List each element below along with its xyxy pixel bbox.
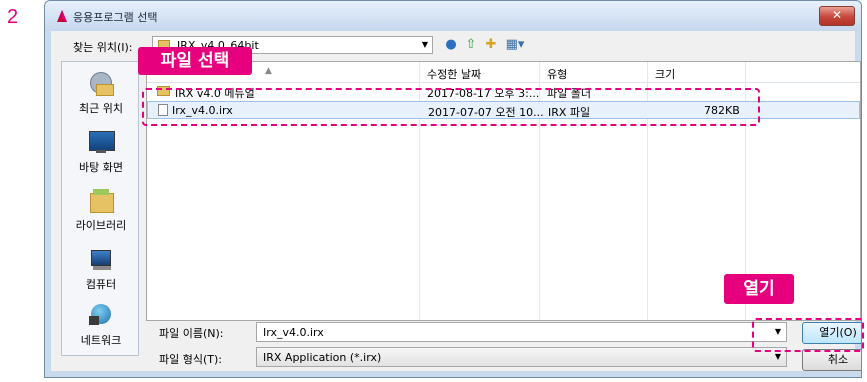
selected-row-highlight [142, 88, 760, 126]
back-icon[interactable]: ● [443, 37, 459, 53]
open-button-highlight [752, 318, 864, 352]
place-network[interactable]: 네트워크 [62, 302, 140, 348]
place-recent[interactable]: 최근 위치 [62, 70, 140, 116]
select-file-callout: 파일 선택 [138, 47, 252, 75]
dropdown-arrow-icon: ▼ [421, 40, 428, 49]
dropdown-arrow-icon: ▼ [774, 352, 781, 361]
places-bar: 최근 위치 바탕 화면 라이브러리 컴퓨터 네트워크 [61, 61, 139, 356]
place-label: 바탕 화면 [79, 161, 123, 174]
filetype-label: 파일 형식(T): [159, 353, 222, 366]
lookin-label: 찾는 위치(I): [73, 41, 133, 54]
network-icon [87, 302, 115, 328]
new-folder-icon[interactable]: ✚ [483, 37, 499, 53]
column-size[interactable]: 크기 [655, 66, 675, 82]
place-label: 컴퓨터 [85, 278, 117, 291]
filename-value: Irx_v4.0.irx [263, 326, 324, 339]
dialog-body: 찾는 위치(I): IRX_v4.0_64bit ▼ ● ⇧ ✚ ▦▾ 최근 위… [51, 31, 861, 371]
place-label: 최근 위치 [79, 102, 123, 115]
place-label: 네트워크 [80, 334, 122, 347]
cancel-button[interactable]: 취소 [802, 349, 861, 371]
open-callout: 열기 [724, 274, 794, 304]
title-bar: 응용프로그램 선택 ✕ [45, 1, 861, 31]
filename-label: 파일 이름(N): [159, 327, 224, 340]
window-title: 응용프로그램 선택 [73, 11, 158, 24]
up-folder-icon[interactable]: ⇧ [463, 37, 479, 53]
app-icon [57, 10, 67, 22]
place-desktop[interactable]: 바탕 화면 [62, 129, 140, 175]
libraries-icon [87, 187, 115, 213]
recent-places-icon [87, 70, 115, 96]
filename-input[interactable]: Irx_v4.0.irx ▼ [256, 322, 787, 342]
computer-icon [87, 246, 115, 272]
view-menu-icon[interactable]: ▦▾ [503, 37, 527, 53]
place-label: 라이브러리 [75, 219, 127, 232]
place-libraries[interactable]: 라이브러리 [62, 187, 140, 233]
filetype-value: IRX Application (*.irx) [263, 351, 382, 364]
column-type[interactable]: 유형 [547, 66, 567, 82]
place-computer[interactable]: 컴퓨터 [62, 246, 140, 292]
column-date[interactable]: 수정한 날짜 [427, 66, 481, 82]
column-header: ▲ 수정한 날짜 유형 크기 [147, 62, 860, 83]
close-button[interactable]: ✕ [819, 6, 855, 26]
filetype-dropdown[interactable]: IRX Application (*.irx) ▼ [256, 347, 787, 367]
desktop-icon [87, 129, 115, 155]
sort-arrow-icon: ▲ [265, 66, 272, 76]
step-number: 2 [7, 6, 19, 28]
